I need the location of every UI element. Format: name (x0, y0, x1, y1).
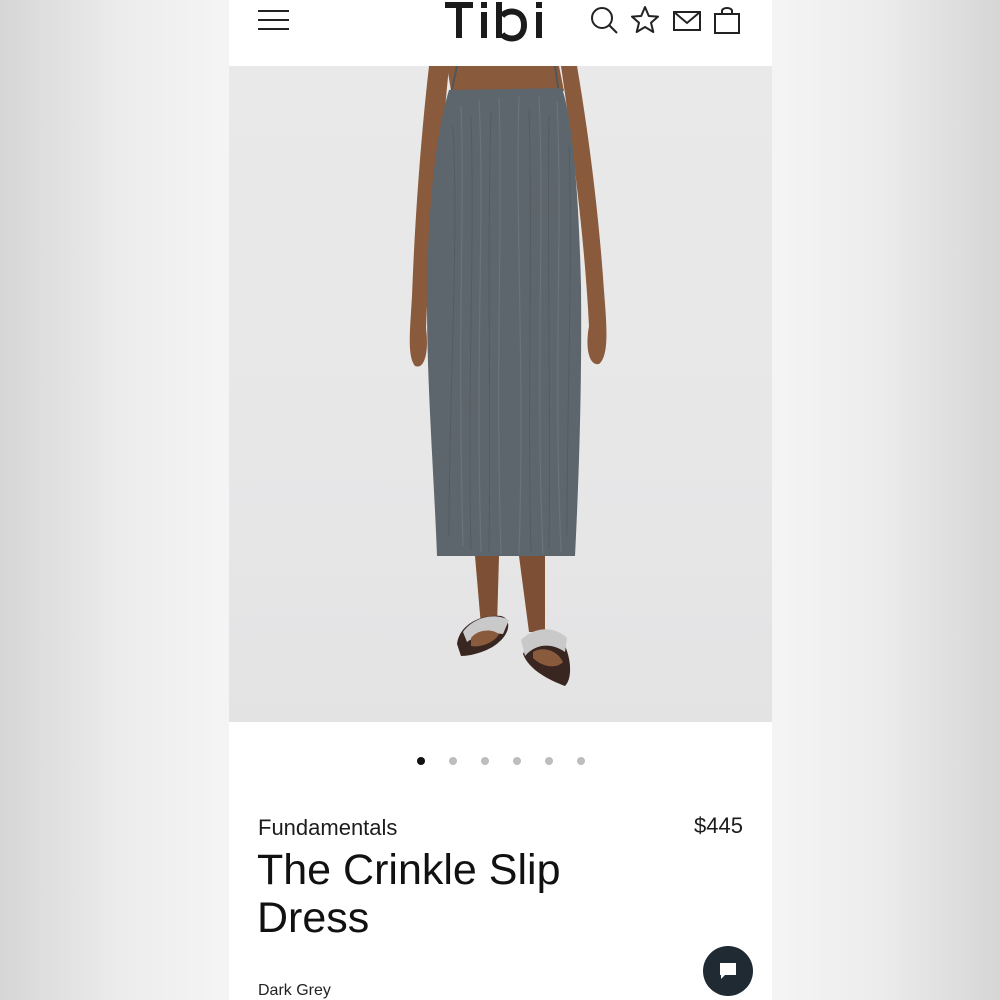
gallery-pagination (229, 757, 772, 767)
gallery-dot-2[interactable] (449, 757, 457, 765)
gallery-dot-6[interactable] (577, 757, 585, 765)
dress-photo (409, 66, 607, 686)
brand-logo[interactable] (441, 0, 561, 48)
gallery-dot-4[interactable] (513, 757, 521, 765)
product-collection: Fundamentals (258, 815, 398, 840)
product-color: Dark Grey (258, 982, 331, 999)
brand-logo-mark (445, 2, 542, 42)
menu-icon[interactable] (257, 6, 291, 34)
search-icon[interactable] (588, 4, 620, 36)
site-header (229, 0, 772, 66)
phone-screen: Fundamentals $445 The Crinkle Slip Dress… (229, 0, 772, 1000)
chat-button[interactable] (703, 946, 753, 996)
product-image[interactable] (229, 66, 772, 722)
product-price: $445 (694, 813, 743, 838)
gallery-dot-1[interactable] (417, 757, 425, 765)
chat-icon (720, 963, 736, 979)
gallery-dot-5[interactable] (545, 757, 553, 765)
bag-icon[interactable] (711, 4, 743, 36)
mail-icon[interactable] (671, 4, 703, 36)
star-icon[interactable] (629, 4, 661, 36)
gallery-dot-3[interactable] (481, 757, 489, 765)
product-title: The Crinkle Slip Dress (257, 846, 561, 942)
